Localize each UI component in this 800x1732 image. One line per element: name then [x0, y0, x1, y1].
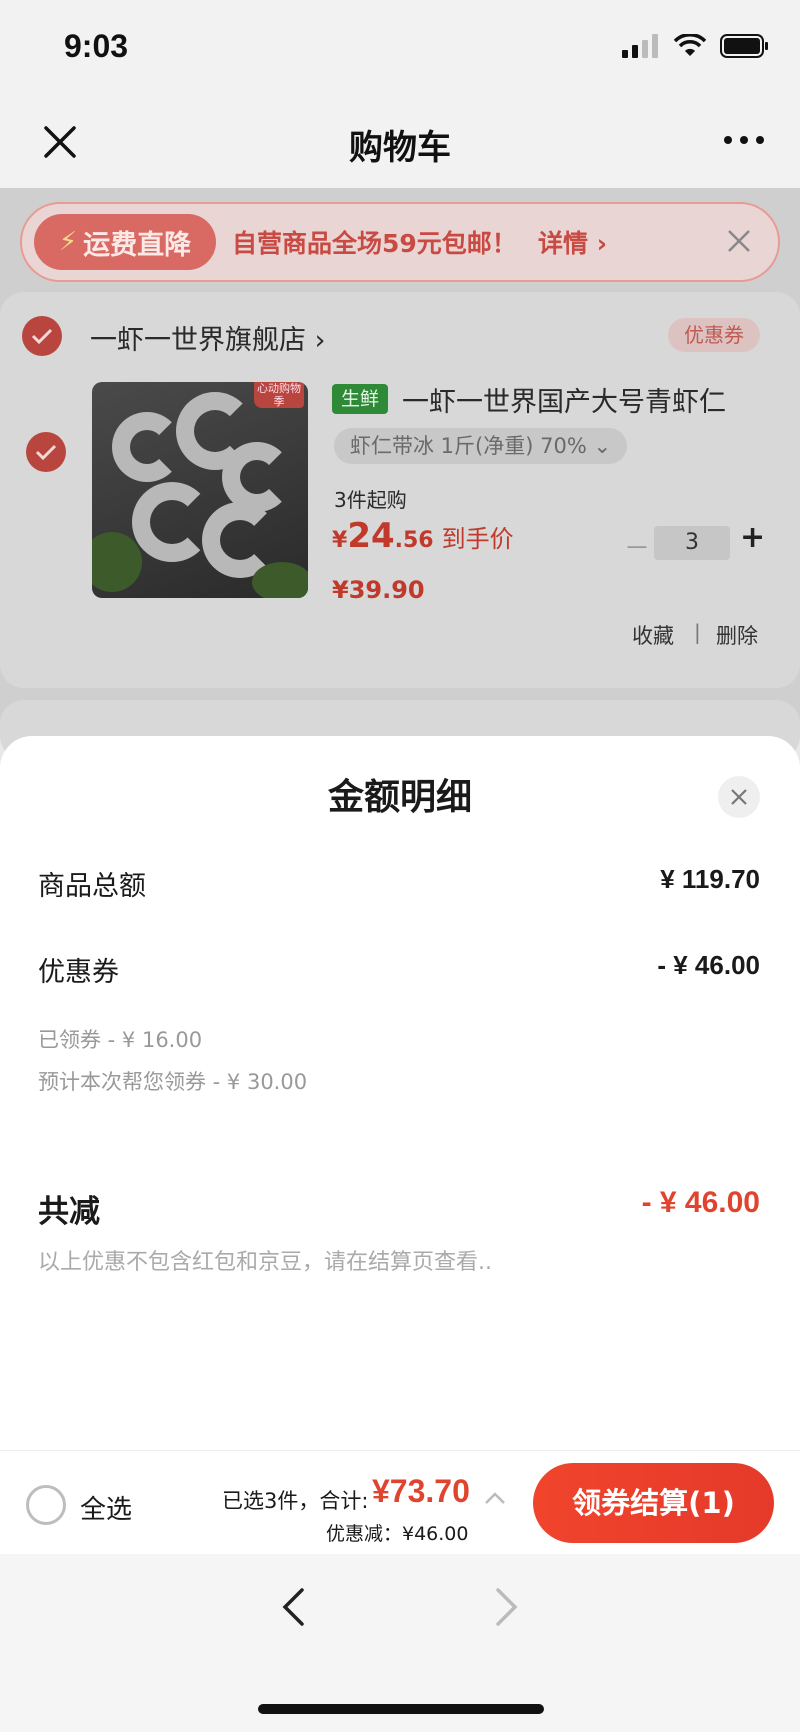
- checkmark-icon: [31, 328, 53, 345]
- quantity-increase-button[interactable]: +: [740, 520, 765, 555]
- select-all-checkbox[interactable]: [26, 1485, 66, 1525]
- promo-close-icon[interactable]: [724, 226, 754, 256]
- promo-detail-link[interactable]: 详情 ›: [538, 224, 607, 260]
- shrimp-shape: [132, 482, 212, 562]
- store-name-link[interactable]: 一虾一世界旗舰店 ›: [90, 318, 325, 357]
- wifi-icon: [674, 34, 706, 56]
- discount-note: 以上优惠不包含红包和京豆，请在结算页查看..: [38, 1250, 492, 1275]
- checkout-bar: 全选 已选3件，合计: ¥73.70 优惠减：¥46.00 领券结算(1): [0, 1450, 800, 1554]
- battery-icon: [720, 34, 768, 58]
- close-icon: [731, 789, 747, 805]
- coupon-button[interactable]: 优惠券: [668, 318, 760, 352]
- price-currency: ¥: [332, 528, 348, 553]
- nav-bar: 购物车: [0, 100, 800, 188]
- herb-decoration: [252, 562, 308, 598]
- herb-decoration: [92, 532, 142, 592]
- coupon-value: - ¥ 46.00: [657, 950, 760, 980]
- price-label: 到手价: [441, 525, 514, 553]
- spec-selector[interactable]: 虾仁带冰 1斤(净重) 70% ⌄: [334, 428, 628, 464]
- back-arrow-icon[interactable]: [280, 1586, 306, 1628]
- lightning-icon: ⚡: [58, 227, 78, 257]
- selected-count-text: 已选3件，合计:: [222, 1489, 369, 1513]
- more-dot: [724, 136, 732, 144]
- total-reduce-label: 共减: [38, 1194, 100, 1230]
- store-checkbox[interactable]: [22, 316, 62, 356]
- quantity-input[interactable]: 3: [654, 526, 730, 560]
- more-dot: [756, 136, 764, 144]
- coupon-label: 优惠券: [38, 957, 119, 988]
- more-dot: [740, 136, 748, 144]
- product-image[interactable]: 心动购物季: [92, 382, 308, 598]
- favorite-button[interactable]: 收藏: [632, 620, 674, 650]
- chevron-up-icon[interactable]: [484, 1491, 506, 1505]
- promo-text: 自营商品全场59元包邮！: [232, 229, 517, 258]
- quantity-decrease-button[interactable]: －: [624, 528, 650, 565]
- sheet-title: 金额明细: [327, 777, 472, 818]
- final-price: ¥24.56 到手价: [332, 516, 514, 556]
- price-decimal: .56: [394, 528, 434, 553]
- product-checkbox[interactable]: [26, 432, 66, 472]
- image-badge: 心动购物季: [254, 382, 304, 408]
- shrimp-shape: [112, 412, 182, 482]
- coupon-claimed: 已领券 - ¥ 16.00: [38, 1028, 203, 1052]
- status-bar: 9:03: [0, 0, 800, 100]
- discount-summary: 优惠减：¥46.00: [326, 1523, 469, 1545]
- sheet-close-button[interactable]: [718, 776, 760, 818]
- checkout-button[interactable]: 领券结算(1): [533, 1463, 774, 1543]
- forward-arrow-icon[interactable]: [494, 1586, 520, 1628]
- coupon-estimated: 预计本次帮您领券 - ¥ 30.00: [38, 1070, 308, 1094]
- more-icon[interactable]: [724, 136, 764, 144]
- price-integer: 24: [347, 516, 395, 556]
- shrimp-shape: [222, 442, 292, 512]
- promo-tag-label: 运费直降: [83, 229, 192, 261]
- status-icons: [622, 34, 770, 58]
- amount-detail-sheet: 金额明细 商品总额 ¥ 119.70 优惠券 - ¥ 46.00 已领券 - ¥…: [0, 736, 800, 1450]
- original-price: ¥39.90: [332, 576, 425, 604]
- checkmark-icon: [35, 444, 57, 461]
- total-reduce-value: - ¥ 46.00: [641, 1186, 760, 1219]
- store-card: 一虾一世界旗舰店 › 优惠券 心动购物季 生鲜 一虾一世界国产大号青虾仁 虾仁带…: [0, 292, 800, 688]
- delete-button[interactable]: 删除: [716, 620, 758, 650]
- browser-toolbar: [0, 1554, 800, 1732]
- home-indicator: [258, 1704, 544, 1714]
- promo-tag: ⚡ 运费直降: [34, 214, 216, 270]
- goods-total-label: 商品总额: [38, 871, 146, 902]
- min-quantity-note: 3件起购: [334, 488, 407, 512]
- promo-banner[interactable]: ⚡ 运费直降 自营商品全场59元包邮！ 详情 ›: [20, 202, 780, 282]
- product-title[interactable]: 一虾一世界国产大号青虾仁: [402, 380, 726, 419]
- total-sum: ¥73.70: [372, 1473, 470, 1509]
- page-title: 购物车: [349, 128, 451, 168]
- goods-total-value: ¥ 119.70: [660, 864, 760, 894]
- status-time: 9:03: [64, 28, 129, 64]
- cart-background: ⚡ 运费直降 自营商品全场59元包邮！ 详情 › 一虾一世界旗舰店 › 优惠券: [0, 188, 800, 760]
- fresh-tag: 生鲜: [332, 384, 388, 414]
- select-all-label[interactable]: 全选: [80, 1489, 132, 1526]
- signal-icon: [622, 34, 658, 58]
- action-separator: |: [694, 620, 701, 644]
